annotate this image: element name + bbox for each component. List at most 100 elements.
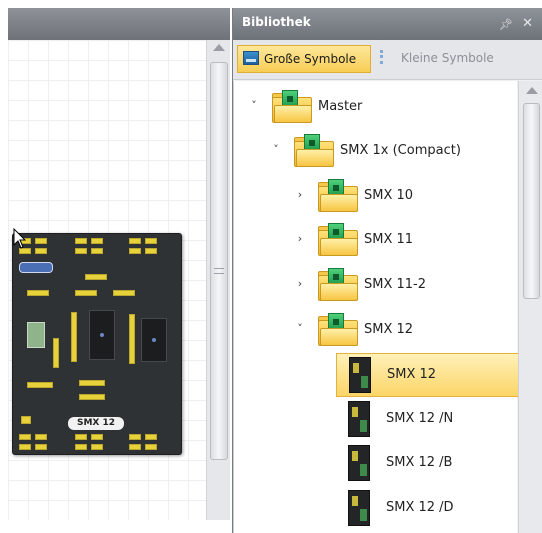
view-toolbar: Große Symbole Kleine Symbole [233, 40, 542, 80]
folder-chip-icon [272, 90, 312, 124]
chevron-down-icon[interactable]: ˅ [294, 323, 306, 335]
terminal-pin [129, 444, 141, 450]
terminal-pin [145, 238, 157, 244]
terminal-strip [71, 312, 77, 362]
terminal-pin [91, 434, 103, 440]
device-board-icon [349, 357, 371, 393]
terminal-pin [75, 290, 97, 296]
tree-scrollbar-thumb[interactable] [523, 103, 540, 299]
terminal-pin [129, 248, 141, 254]
terminal-pin [35, 434, 47, 440]
terminal-pin [113, 290, 135, 296]
terminal-pin [75, 248, 87, 254]
tree-node-label: SMX 1x (Compact) [340, 143, 461, 158]
terminal-pin [145, 434, 157, 440]
folder-chip-icon [318, 223, 358, 257]
library-item-label: SMX 12 /B [386, 455, 453, 470]
small-icons-icon [380, 50, 386, 64]
large-icons-label: Große Symbole [264, 52, 357, 66]
terminal-pin [129, 434, 141, 440]
chevron-right-icon[interactable]: › [294, 278, 306, 290]
terminal-pin [35, 444, 47, 450]
canvas-header-bar [8, 8, 230, 40]
tree-node-smx-10[interactable]: › SMX 10 [234, 177, 518, 217]
scroll-up-arrow-icon[interactable] [213, 44, 225, 51]
terminal-pin [19, 444, 31, 450]
terminal-pin [79, 394, 105, 400]
scroll-up-arrow-icon[interactable] [526, 87, 538, 94]
mouse-cursor-icon [13, 228, 27, 249]
chevron-right-icon[interactable]: › [294, 189, 306, 201]
pin-icon[interactable]: 📌︎ [499, 18, 513, 31]
folder-chip-icon [318, 313, 358, 347]
tree-node-label: SMX 11 [364, 232, 414, 247]
device-display [27, 322, 45, 348]
terminal-pin [35, 238, 47, 244]
terminal-pin [79, 380, 105, 386]
terminal-pin [27, 382, 53, 388]
terminal-pin [91, 238, 103, 244]
folder-chip-icon [318, 179, 358, 213]
library-item-smx-12[interactable]: SMX 12 [336, 353, 522, 397]
connector-slot [141, 318, 167, 362]
connector-slot [89, 310, 115, 360]
brand-logo-icon [19, 262, 53, 273]
device-board-icon [348, 445, 370, 481]
status-led-strip [85, 274, 107, 280]
small-icons-button[interactable]: Kleine Symbole [375, 45, 541, 73]
terminal-pin [35, 248, 47, 254]
terminal-strip [53, 338, 59, 368]
indicator-icon [21, 416, 31, 424]
large-icons-icon [243, 51, 259, 65]
folder-chip-icon [318, 268, 358, 302]
tree-node-label: SMX 12 [364, 322, 414, 337]
terminal-pin [91, 444, 103, 450]
terminal-pin [75, 434, 87, 440]
tree-node-smx-11[interactable]: › SMX 11 [234, 221, 518, 261]
scrollbar-grip-icon [214, 268, 224, 274]
tree-node-master[interactable]: ˅ Master [234, 88, 518, 128]
terminal-pin [27, 290, 49, 296]
tree-node-label: SMX 11-2 [364, 277, 427, 292]
tree-node-smx-12[interactable]: ˅ SMX 12 [234, 311, 518, 351]
canvas-vertical-scrollbar[interactable] [206, 40, 230, 520]
terminal-strip [129, 314, 135, 364]
tree-node-smx-11-2[interactable]: › SMX 11-2 [234, 266, 518, 306]
device-board-icon [348, 490, 370, 526]
chevron-right-icon[interactable]: › [294, 233, 306, 245]
terminal-pin [19, 434, 31, 440]
chevron-down-icon[interactable]: ˅ [270, 144, 282, 156]
terminal-pin [145, 444, 157, 450]
terminal-pin [129, 238, 141, 244]
tree-node-smx-1x-compact[interactable]: ˅ SMX 1x (Compact) [234, 132, 518, 172]
terminal-pin [75, 444, 87, 450]
app-window: SMX 12 Bibliothek 📌︎ ✕ Große Symbole Kle… [0, 0, 542, 533]
library-item-smx-12-b[interactable]: SMX 12 /B [336, 442, 522, 486]
library-item-label: SMX 12 /D [386, 500, 454, 515]
terminal-pin [91, 248, 103, 254]
canvas-scrollbar-thumb[interactable] [210, 62, 228, 460]
folder-chip-icon [294, 134, 334, 168]
close-icon[interactable]: ✕ [522, 16, 533, 31]
library-panel: Bibliothek 📌︎ ✕ Große Symbole Kleine Sym… [232, 8, 542, 533]
chevron-down-icon[interactable]: ˅ [248, 100, 260, 112]
terminal-pin [145, 248, 157, 254]
small-icons-label: Kleine Symbole [401, 51, 494, 65]
library-item-smx-12-d[interactable]: SMX 12 /D [336, 487, 522, 531]
panel-title-bar: Bibliothek 📌︎ ✕ [233, 8, 542, 40]
led-icon [152, 338, 156, 342]
tree-node-label: Master [318, 99, 363, 114]
panel-title: Bibliothek [242, 15, 311, 29]
library-item-label: SMX 12 /N [386, 411, 454, 426]
tree-node-label: SMX 10 [364, 188, 414, 203]
device-board-icon [348, 401, 370, 437]
library-item-label: SMX 12 [387, 367, 437, 382]
device-label: SMX 12 [68, 417, 124, 430]
large-icons-button[interactable]: Große Symbole [237, 45, 371, 73]
library-tree: ˅ Master ˅ SMX 1x (Compact) › SMX 10 › S… [233, 81, 522, 533]
terminal-pin [75, 238, 87, 244]
smx12-device-block[interactable]: SMX 12 [12, 233, 182, 455]
library-item-smx-12-n[interactable]: SMX 12 /N [336, 398, 522, 442]
led-icon [100, 333, 104, 337]
tree-vertical-scrollbar[interactable] [518, 81, 542, 533]
